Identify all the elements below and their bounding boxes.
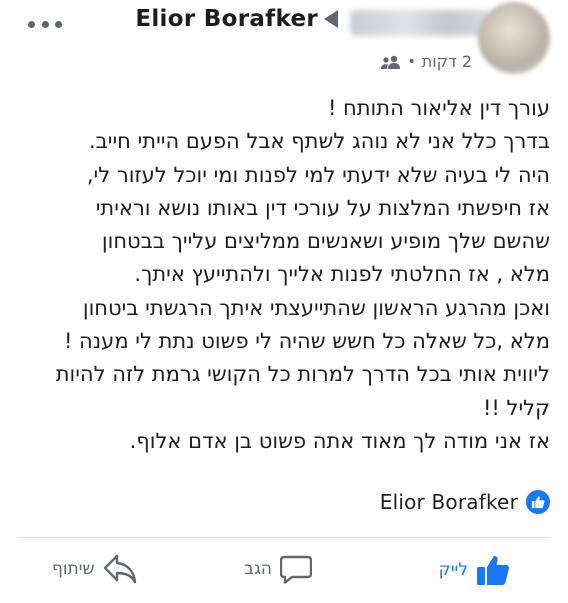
post-line: ואכן מהרגע הראשון שהתייעצתי איתך הרגשתי …: [82, 295, 550, 320]
post-line: מלא ,כל שאלה כל חשש שהיה לי פשוט נתת לי …: [63, 329, 550, 354]
post-line: עורך דין אליאור התותח !: [327, 96, 550, 120]
post-line: בדרך כלל אני לא נוהג לשתף אבל הפעם הייתי…: [88, 129, 550, 154]
divider: [18, 537, 550, 538]
post-line: ליווית אותי בכל הדרך למרות כל הקושי גרמת…: [55, 362, 550, 387]
share-button[interactable]: שיתוף: [52, 554, 137, 584]
action-bar: לייק הגב שיתוף: [0, 548, 568, 598]
comment-icon: [279, 555, 312, 584]
post-line: אז חיפשתי המלצות על עורכי דין באותו נושא…: [95, 195, 550, 220]
meta-separator: •: [407, 53, 416, 70]
reaction-summary[interactable]: Elior Borafker: [380, 490, 550, 514]
post-author-line: Elior Borafker: [135, 6, 338, 32]
like-label: לייק: [438, 560, 468, 580]
like-reaction-icon: [526, 490, 550, 514]
reactor-name: Elior Borafker: [379, 490, 518, 514]
comment-label: הגב: [244, 559, 272, 579]
friends-icon[interactable]: [380, 55, 402, 69]
comment-button[interactable]: הגב: [244, 554, 312, 584]
post-line: אז אני מודה לך מאוד אתה פשוט בן אדם אלוף…: [129, 428, 550, 453]
shared-to-arrow-icon: [324, 10, 338, 28]
post-line: היה לי בעיה שלא ידעתי למי לפנות ומי יוכל…: [86, 162, 550, 187]
post-line: שהשם שלך מופיע ושאנשים ממליצים עלייך בבט…: [101, 229, 550, 254]
avatar[interactable]: [478, 2, 550, 74]
author-name[interactable]: Elior Borafker: [135, 6, 318, 32]
share-icon: [103, 554, 136, 584]
blurred-recipient-name: [350, 10, 490, 36]
post-header: Elior Borafker 2 דקות •: [0, 0, 568, 80]
like-button[interactable]: לייק: [439, 554, 510, 586]
post-time[interactable]: 2 דקות: [422, 52, 472, 71]
post-text: עורך דין אליאור התותח ! בדרך כלל אני לא …: [18, 92, 550, 458]
share-label: שיתוף: [52, 559, 95, 579]
like-icon: [477, 556, 509, 585]
post-line: מלא , אז החלטתי לפנות אלייך ולהתייעץ אית…: [134, 262, 550, 287]
post-line: קליל !!: [483, 395, 550, 420]
more-options-icon[interactable]: [28, 14, 62, 34]
post-meta: 2 דקות •: [380, 52, 472, 71]
